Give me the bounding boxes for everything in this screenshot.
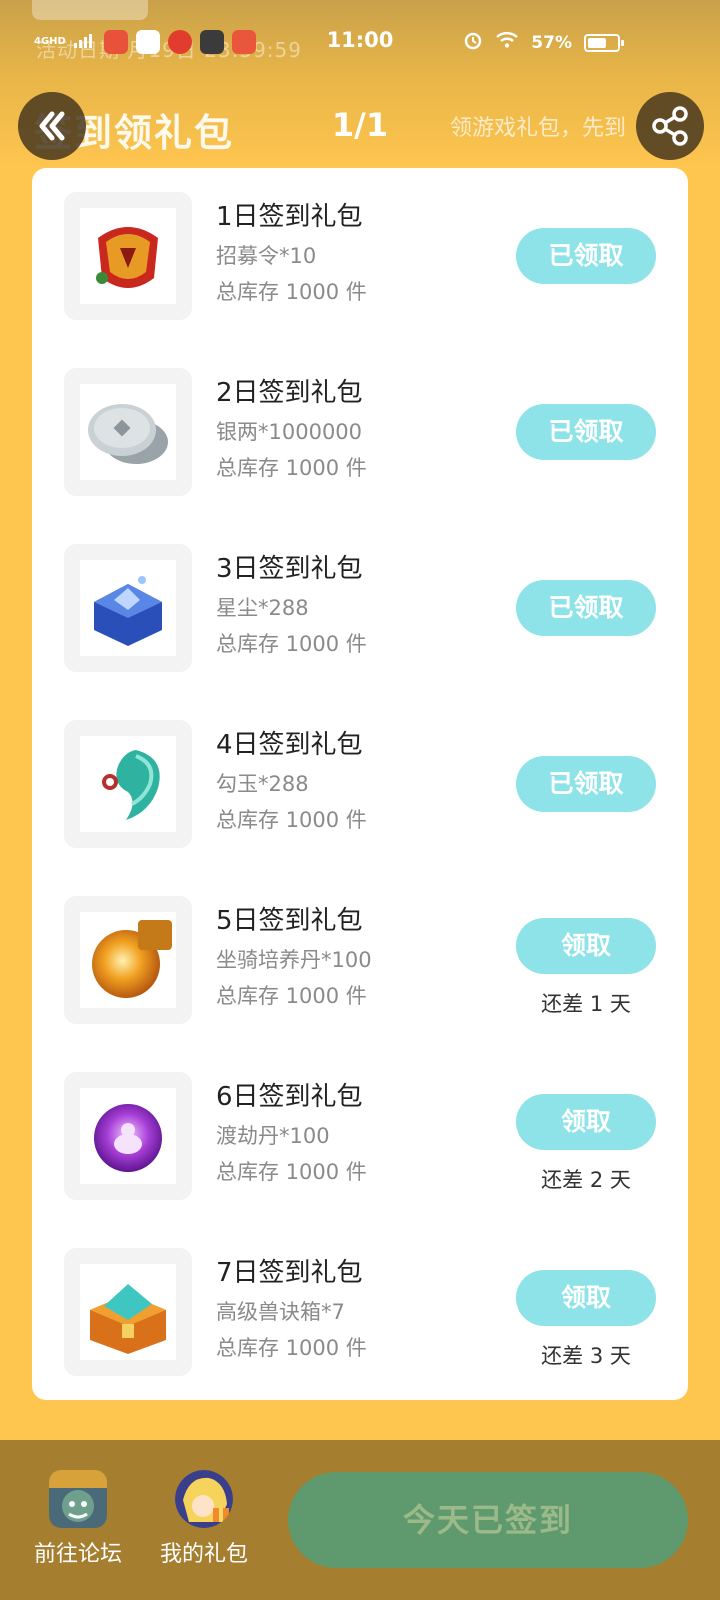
gift-desc: 星尘*288 xyxy=(216,596,309,620)
gift-thumb-frame xyxy=(64,368,192,496)
top-tag xyxy=(32,0,148,20)
silver-coins-icon xyxy=(80,384,176,480)
gift-title: 5日签到礼包 xyxy=(216,906,363,936)
claim-button[interactable]: 领取 xyxy=(516,1094,656,1150)
my-gifts-icon xyxy=(175,1470,233,1528)
my-gifts-nav-button[interactable]: 我的礼包 xyxy=(144,1470,264,1568)
game-forum-icon xyxy=(49,1470,107,1528)
gift-item: 2日签到礼包 银两*1000000 总库存 1000 件 已领取 xyxy=(32,344,688,520)
gift-desc: 坐骑培养丹*100 xyxy=(216,948,372,972)
gift-list-card: 1日签到礼包 招募令*10 总库存 1000 件 已领取 2日签到礼包 银两*1… xyxy=(32,168,688,1400)
mount-pill-icon xyxy=(80,912,176,1008)
gift-title: 4日签到礼包 xyxy=(216,730,363,760)
gift-thumb-frame xyxy=(64,896,192,1024)
header: 签到领礼包 1/1 领游戏礼包，先到 xyxy=(0,90,720,170)
gift-stock: 总库存 1000 件 xyxy=(216,280,367,304)
gift-item: 3日签到礼包 星尘*288 总库存 1000 件 已领取 xyxy=(32,520,688,696)
forum-label: 前往论坛 xyxy=(33,1542,122,1567)
gift-title: 7日签到礼包 xyxy=(216,1258,363,1288)
gift-stock: 总库存 1000 件 xyxy=(216,1160,367,1184)
claimed-button[interactable]: 已领取 xyxy=(516,404,656,460)
claimed-button[interactable]: 已领取 xyxy=(516,580,656,636)
gift-item: 5日签到礼包 坐骑培养丹*100 总库存 1000 件 领取 还差 1 天 xyxy=(32,872,688,1048)
gift-desc: 渡劫丹*100 xyxy=(216,1124,330,1148)
header-hint: 领游戏礼包，先到 xyxy=(450,116,627,141)
battery-percent: 57% xyxy=(531,32,572,53)
days-remaining: 还差 3 天 xyxy=(541,1344,631,1368)
gift-stock: 总库存 1000 件 xyxy=(216,456,367,480)
gift-desc: 勾玉*288 xyxy=(216,772,309,796)
gift-title: 1日签到礼包 xyxy=(216,202,363,232)
tribulation-pill-icon xyxy=(80,1088,176,1184)
days-remaining: 还差 1 天 xyxy=(541,992,631,1016)
bottom-bar: 前往论坛 我的礼包 今天已签到 xyxy=(0,1440,720,1600)
gift-stock: 总库存 1000 件 xyxy=(216,1336,367,1360)
gift-title: 6日签到礼包 xyxy=(216,1082,363,1112)
gift-desc: 高级兽诀箱*7 xyxy=(216,1300,345,1324)
share-icon xyxy=(636,106,704,164)
gift-title: 3日签到礼包 xyxy=(216,554,363,584)
gift-thumb-frame xyxy=(64,720,192,848)
claimed-button[interactable]: 已领取 xyxy=(516,228,656,284)
gift-thumb-frame xyxy=(64,192,192,320)
gift-thumb-frame xyxy=(64,1072,192,1200)
my-gifts-label: 我的礼包 xyxy=(159,1542,248,1567)
battery-icon xyxy=(584,33,624,52)
gift-thumb-frame xyxy=(64,544,192,672)
claim-button[interactable]: 领取 xyxy=(516,918,656,974)
recruit-token-icon xyxy=(80,208,176,304)
status-bar: 活动日期 月19日 23:59:59 4GHD 11:00 57% xyxy=(0,22,720,62)
gift-item: 7日签到礼包 高级兽诀箱*7 总库存 1000 件 领取 还差 3 天 xyxy=(32,1224,688,1400)
gift-thumb-frame xyxy=(64,1248,192,1376)
gift-desc: 银两*1000000 xyxy=(216,420,363,444)
beast-chest-icon xyxy=(80,1264,176,1360)
days-remaining: 还差 2 天 xyxy=(541,1168,631,1192)
status-right: 57% xyxy=(463,30,624,55)
gift-item: 4日签到礼包 勾玉*288 总库存 1000 件 已领取 xyxy=(32,696,688,872)
magatama-icon xyxy=(80,736,176,832)
forum-nav-button[interactable]: 前往论坛 xyxy=(18,1470,138,1568)
stardust-chest-icon xyxy=(80,560,176,656)
signed-today-button[interactable]: 今天已签到 xyxy=(288,1472,688,1568)
alarm-icon xyxy=(463,30,483,55)
gift-desc: 招募令*10 xyxy=(216,244,317,268)
claim-button[interactable]: 领取 xyxy=(516,1270,656,1326)
gift-stock: 总库存 1000 件 xyxy=(216,808,367,832)
wifi-icon xyxy=(495,31,519,54)
share-button[interactable] xyxy=(636,92,704,160)
gift-item: 1日签到礼包 招募令*10 总库存 1000 件 已领取 xyxy=(32,168,688,344)
gift-item: 6日签到礼包 渡劫丹*100 总库存 1000 件 领取 还差 2 天 xyxy=(32,1048,688,1224)
gift-stock: 总库存 1000 件 xyxy=(216,632,367,656)
claimed-button[interactable]: 已领取 xyxy=(516,756,656,812)
gift-title: 2日签到礼包 xyxy=(216,378,363,408)
gift-stock: 总库存 1000 件 xyxy=(216,984,367,1008)
